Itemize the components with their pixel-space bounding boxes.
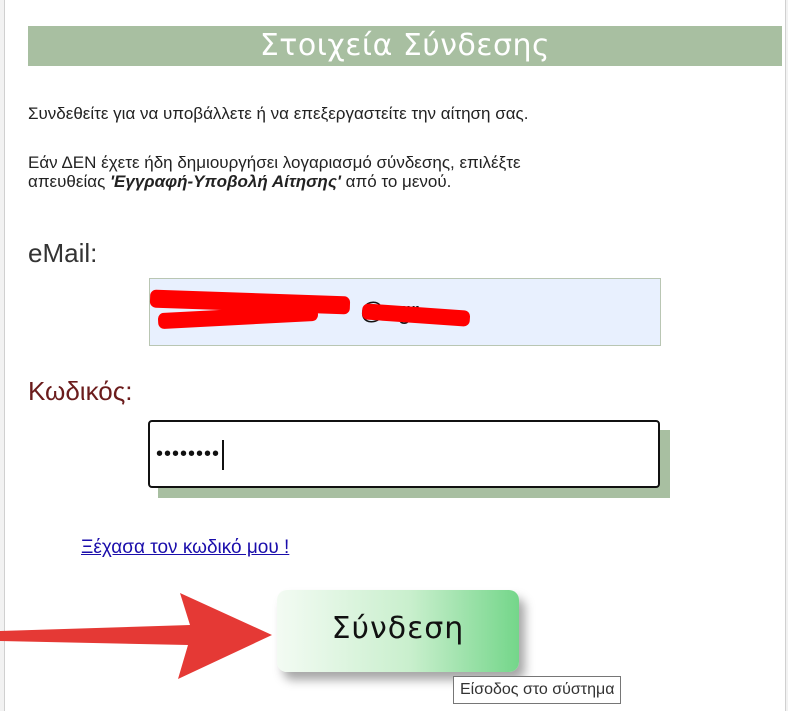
arrow-icon xyxy=(0,593,272,679)
login-tooltip: Είσοδος στο σύστημα xyxy=(453,676,622,704)
text-caret xyxy=(222,439,225,470)
register-note: Εάν ΔΕΝ έχετε ήδη δημιουργήσει λογαριασμ… xyxy=(28,153,728,191)
note-line1: Εάν ΔΕΝ έχετε ήδη δημιουργήσει λογαριασμ… xyxy=(28,153,521,172)
password-field[interactable]: •••••••• xyxy=(148,420,660,488)
intro-text: Συνδεθείτε για να υποβάλλετε ή να επεξερ… xyxy=(28,104,529,123)
forgot-password-link[interactable]: Ξέχασα τον κωδικό μου ! xyxy=(81,537,289,559)
section-title: Στοιχεία Σύνδεσης xyxy=(28,26,782,66)
password-label: Κωδικός: xyxy=(28,376,133,406)
password-value: •••••••• xyxy=(156,443,221,465)
email-field[interactable]: @ .gr xyxy=(149,278,661,346)
login-button[interactable]: Σύνδεση xyxy=(277,590,519,672)
email-label: eMail: xyxy=(28,238,98,268)
register-menu-reference: 'Εγγραφή-Υποβολή Αίτησης' xyxy=(110,172,341,191)
note-prefix: απευθείας xyxy=(28,172,110,191)
note-suffix: από το μενού. xyxy=(340,172,452,191)
